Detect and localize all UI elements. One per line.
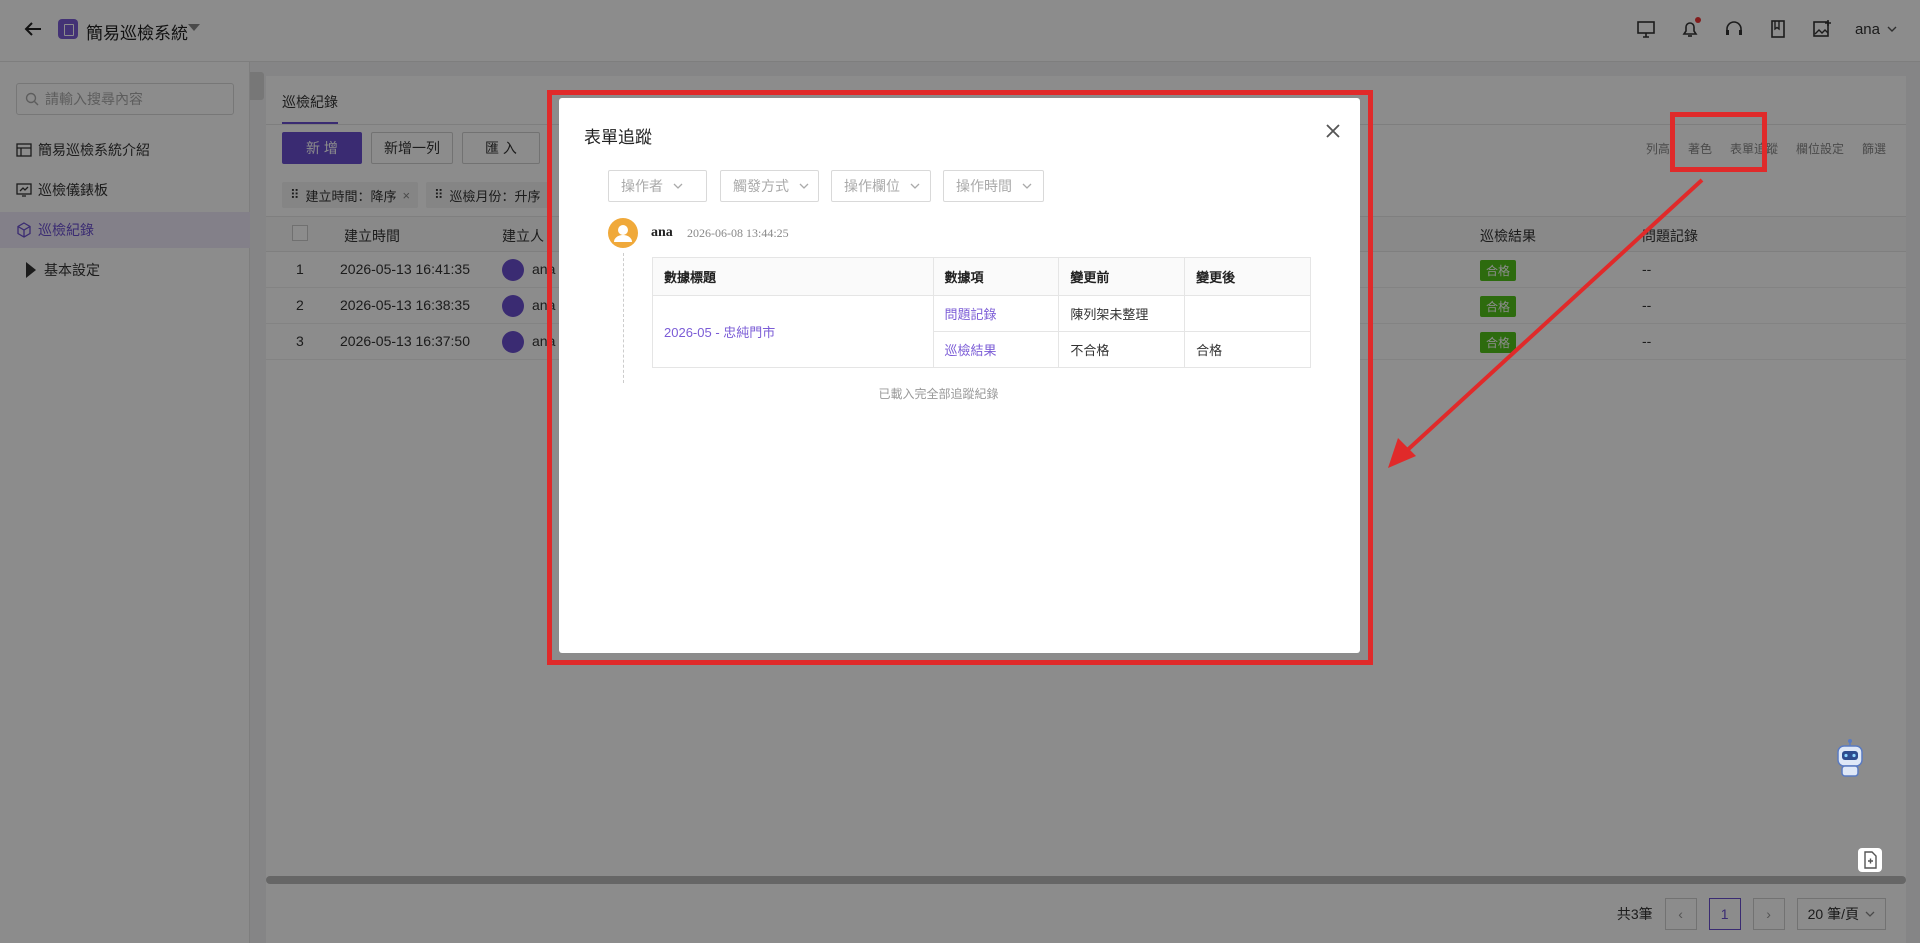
column-header: 數據標題 [652,257,934,296]
record-title-link[interactable]: 2026-05 - 忠純門市 [652,295,934,368]
trigger-filter[interactable]: 觸發方式 [720,170,819,202]
avatar [608,218,638,248]
column-header: 變更前 [1058,257,1186,296]
operator-filter[interactable]: 操作者 [608,170,707,202]
filter-label: 觸發方式 [733,178,789,194]
column-header: 數據項 [932,257,1060,296]
robot-assistant-icon[interactable] [1830,738,1870,780]
log-user: ana [651,225,673,240]
column-header: 變更後 [1184,257,1311,296]
field-link[interactable]: 巡檢結果 [932,331,1060,368]
before-value: 陳列架未整理 [1058,295,1186,332]
chevron-down-icon [673,183,683,189]
filter-label: 操作者 [621,178,663,194]
user-icon [614,225,632,242]
change-log-table: 數據標題 數據項 變更前 變更後 2026-05 - 忠純門市 問題記錄 陳列架… [652,257,1311,368]
chevron-down-icon [1022,183,1032,189]
after-value [1184,295,1311,332]
log-footer-text: 已載入完全部追蹤紀錄 [878,387,999,401]
filter-label: 操作時間 [956,178,1012,194]
field-link[interactable]: 問題記錄 [932,295,1060,332]
document-icon[interactable] [1858,848,1882,872]
chevron-down-icon [910,183,920,189]
before-value: 不合格 [1058,331,1186,368]
close-icon[interactable] [1324,122,1342,140]
after-value: 合格 [1184,331,1311,368]
time-filter[interactable]: 操作時間 [943,170,1044,202]
timeline-line [623,253,624,383]
dialog-title: 表單追蹤 [584,128,652,147]
field-filter[interactable]: 操作欄位 [831,170,931,202]
log-time: 2026-06-08 13:44:25 [687,226,789,240]
form-tracking-dialog: 表單追蹤 操作者 觸發方式 操作欄位 操作時間 ana 2026-06-08 1… [559,98,1360,653]
filter-label: 操作欄位 [844,178,900,194]
chevron-down-icon [799,183,809,189]
